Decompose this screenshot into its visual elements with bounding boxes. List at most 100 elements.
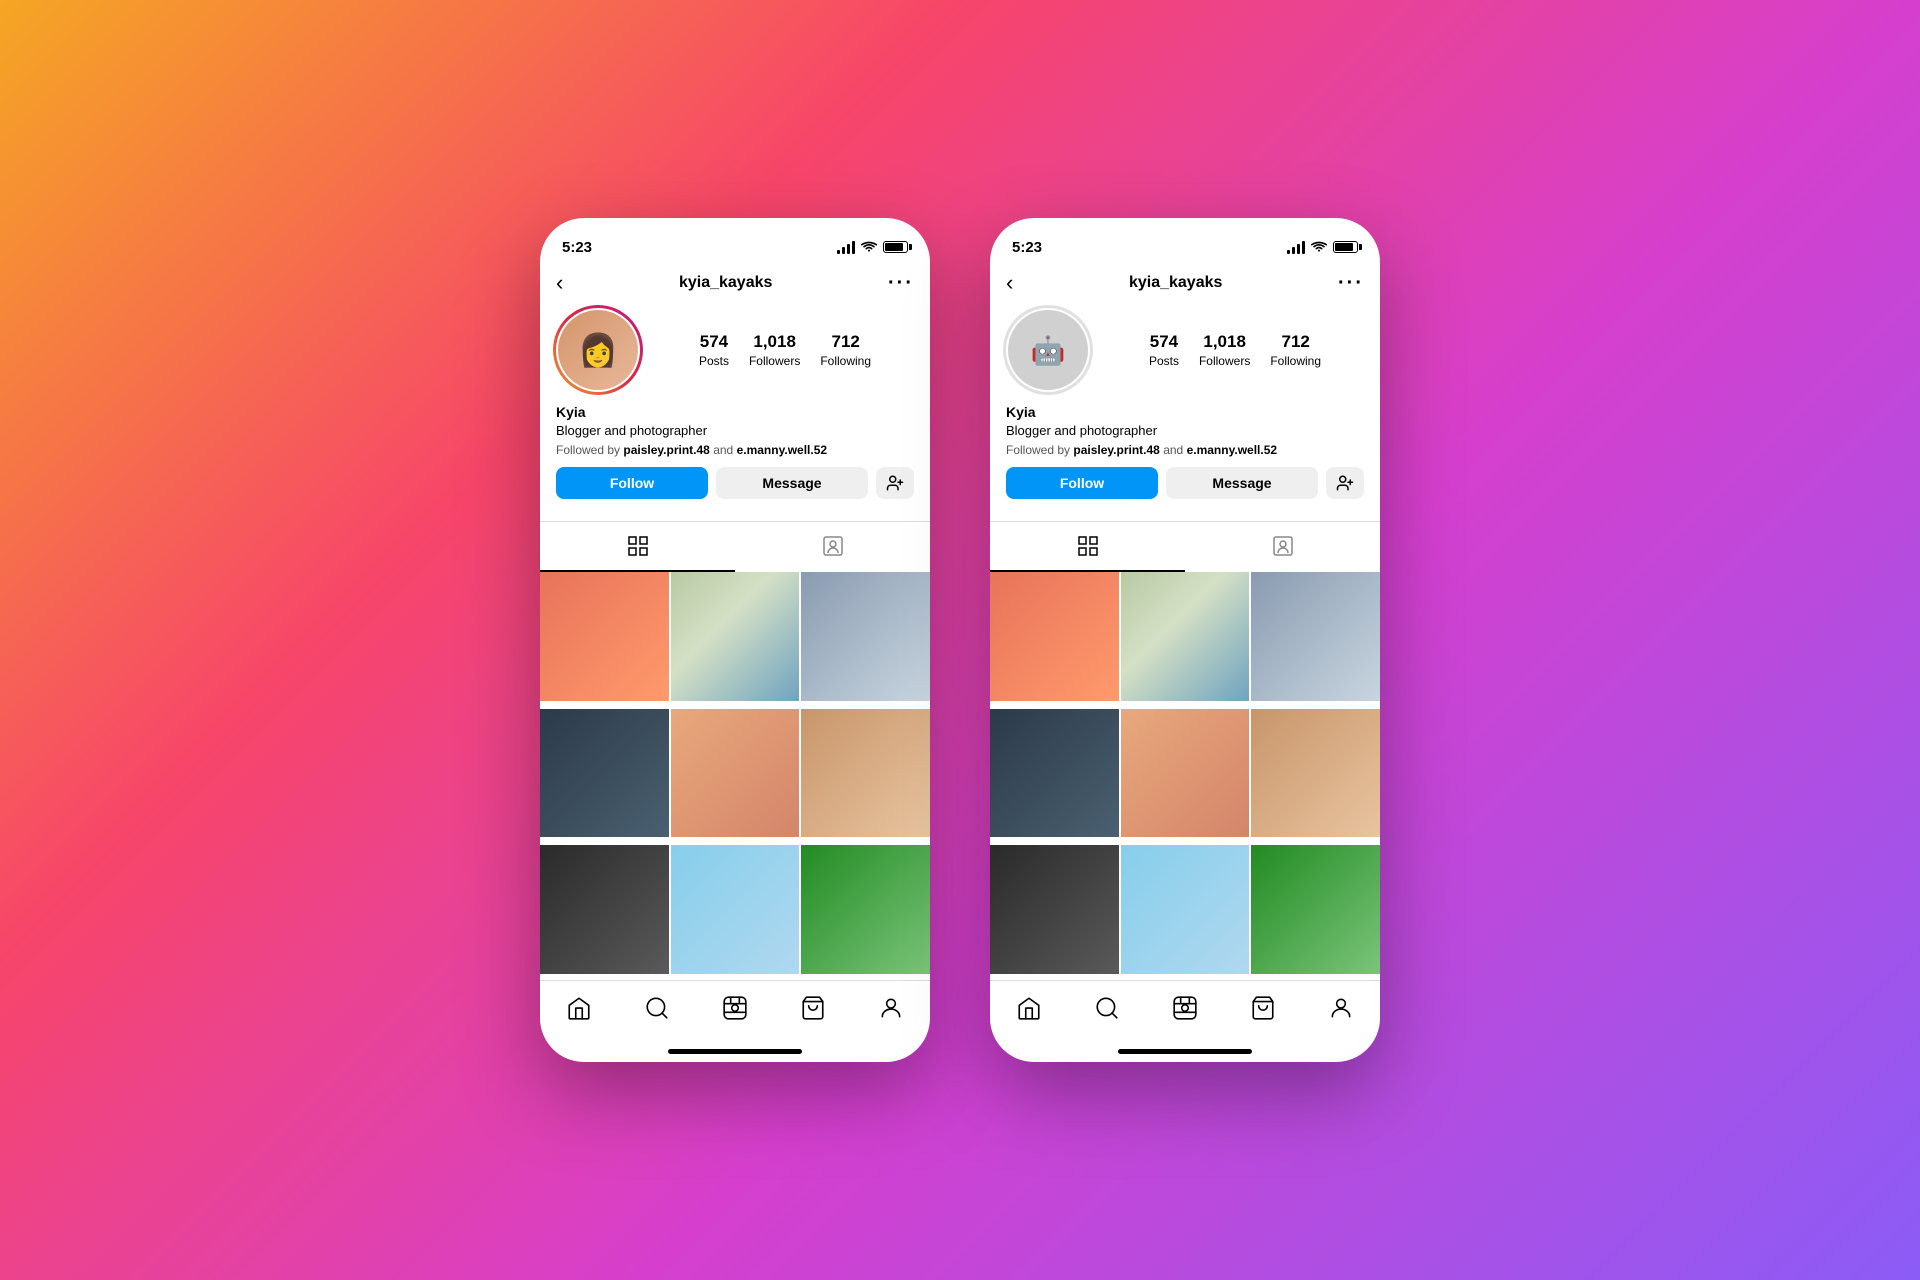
more-menu-right[interactable]: ··· (1338, 272, 1364, 295)
followers-count-right: 1,018 (1203, 332, 1246, 352)
search-icon-right (1094, 995, 1120, 1021)
status-icons-right (1287, 241, 1358, 254)
grid-cell-3-right[interactable] (1251, 572, 1380, 701)
reels-nav-right[interactable] (1160, 991, 1210, 1025)
reels-icon-left (722, 995, 748, 1021)
followers-label-left: Followers (749, 354, 800, 368)
posts-count-left: 574 (700, 332, 728, 352)
follower1-right[interactable]: paisley.print.48 (1073, 443, 1159, 457)
profile-nav-left[interactable] (866, 991, 916, 1025)
status-bar-right: 5:23 (990, 218, 1380, 262)
grid-cell-6-left[interactable] (801, 709, 930, 838)
posts-stat-right[interactable]: 574 Posts (1149, 332, 1179, 368)
avatar-right[interactable]: 🤖 (1006, 308, 1090, 392)
tagged-tab-left[interactable] (735, 522, 930, 572)
grid-cell-9-right[interactable] (1251, 845, 1380, 974)
shop-nav-right[interactable] (1238, 991, 1288, 1025)
status-time-right: 5:23 (1012, 239, 1042, 256)
grid-cell-2-right[interactable] (1121, 572, 1250, 701)
grid-icon-right (1076, 534, 1100, 558)
search-nav-left[interactable] (632, 991, 682, 1025)
profile-name-left: Kyia (556, 404, 914, 420)
follow-button-right[interactable]: Follow (1006, 467, 1158, 499)
profile-bio-left: Blogger and photographer (556, 422, 914, 440)
back-button-left[interactable]: ‹ (556, 270, 563, 296)
profile-bio-right: Blogger and photographer (1006, 422, 1364, 440)
stats-container-left: 574 Posts 1,018 Followers 712 Following (656, 332, 914, 368)
followers-stat-right[interactable]: 1,018 Followers (1199, 332, 1250, 368)
avatar-ring-inner-right: 🤖 (1006, 308, 1090, 392)
nav-bar-left: ‹ kyia_kayaks ··· (540, 262, 930, 304)
avatar-ring-inner-left: 👩 (556, 308, 640, 392)
grid-cell-2-left[interactable] (671, 572, 800, 701)
grid-cell-9-left[interactable] (801, 845, 930, 974)
avatar-ring-left: 👩 (553, 305, 643, 395)
reels-nav-left[interactable] (710, 991, 760, 1025)
grid-cell-8-right[interactable] (1121, 845, 1250, 974)
grid-cell-4-right[interactable] (990, 709, 1119, 838)
add-friend-button-right[interactable] (1326, 467, 1364, 499)
message-button-left[interactable]: Message (716, 467, 868, 499)
profile-username-right: kyia_kayaks (1129, 274, 1222, 292)
profile-row-right: 🤖 574 Posts 1,018 Followers 712 Followi (1006, 308, 1364, 392)
status-bar-left: 5:23 (540, 218, 930, 262)
search-icon-left (644, 995, 670, 1021)
grid-icon-left (626, 534, 650, 558)
grid-cell-7-right[interactable] (990, 845, 1119, 974)
bottom-nav-right (990, 980, 1380, 1045)
profile-section-left: 👩 574 Posts 1,018 Followers 712 Followi (540, 304, 930, 521)
back-button-right[interactable]: ‹ (1006, 270, 1013, 296)
follow-button-left[interactable]: Follow (556, 467, 708, 499)
followers-stat-left[interactable]: 1,018 Followers (749, 332, 800, 368)
wifi-icon-left (861, 241, 877, 253)
following-stat-left[interactable]: 712 Following (820, 332, 871, 368)
followers-count-left: 1,018 (753, 332, 796, 352)
grid-cell-1-left[interactable] (540, 572, 669, 701)
home-nav-right[interactable] (1004, 991, 1054, 1025)
grid-tab-right[interactable] (990, 522, 1185, 572)
home-nav-left[interactable] (554, 991, 604, 1025)
shop-icon-right (1250, 995, 1276, 1021)
grid-cell-1-right[interactable] (990, 572, 1119, 701)
add-friend-button-left[interactable] (876, 467, 914, 499)
profile-icon-right (1328, 995, 1354, 1021)
grid-tab-left[interactable] (540, 522, 735, 572)
posts-count-right: 574 (1150, 332, 1178, 352)
follower2-right[interactable]: e.manny.well.52 (1187, 443, 1278, 457)
following-stat-right[interactable]: 712 Following (1270, 332, 1321, 368)
search-nav-right[interactable] (1082, 991, 1132, 1025)
profile-nav-right[interactable] (1316, 991, 1366, 1025)
reels-icon-right (1172, 995, 1198, 1021)
status-time-left: 5:23 (562, 239, 592, 256)
message-button-right[interactable]: Message (1166, 467, 1318, 499)
grid-cell-7-left[interactable] (540, 845, 669, 974)
more-menu-left[interactable]: ··· (888, 272, 914, 295)
photo-grid-left (540, 572, 930, 980)
shop-nav-left[interactable] (788, 991, 838, 1025)
action-buttons-right: Follow Message (1006, 467, 1364, 499)
grid-cell-6-right[interactable] (1251, 709, 1380, 838)
following-label-left: Following (820, 354, 871, 368)
follower1-left[interactable]: paisley.print.48 (623, 443, 709, 457)
follower2-left[interactable]: e.manny.well.52 (737, 443, 828, 457)
posts-stat-left[interactable]: 574 Posts (699, 332, 729, 368)
grid-cell-3-left[interactable] (801, 572, 930, 701)
phone-left: 5:23 ‹ kyia_kayaks ··· (540, 218, 930, 1062)
profile-followed-right: Followed by paisley.print.48 and e.manny… (1006, 443, 1364, 457)
grid-cell-5-right[interactable] (1121, 709, 1250, 838)
phone-right: 5:23 ‹ kyia_kayaks ··· (990, 218, 1380, 1062)
action-buttons-left: Follow Message (556, 467, 914, 499)
posts-label-right: Posts (1149, 354, 1179, 368)
grid-cell-4-left[interactable] (540, 709, 669, 838)
avatar-image-right: 🤖 (1008, 310, 1088, 390)
battery-icon-left (883, 241, 908, 253)
following-count-right: 712 (1281, 332, 1309, 352)
grid-cell-8-left[interactable] (671, 845, 800, 974)
tagged-tab-right[interactable] (1185, 522, 1380, 572)
nav-bar-right: ‹ kyia_kayaks ··· (990, 262, 1380, 304)
home-indicator-left (668, 1049, 802, 1054)
signal-icon-right (1287, 241, 1305, 254)
avatar-left[interactable]: 👩 (556, 308, 640, 392)
home-icon-left (566, 995, 592, 1021)
grid-cell-5-left[interactable] (671, 709, 800, 838)
